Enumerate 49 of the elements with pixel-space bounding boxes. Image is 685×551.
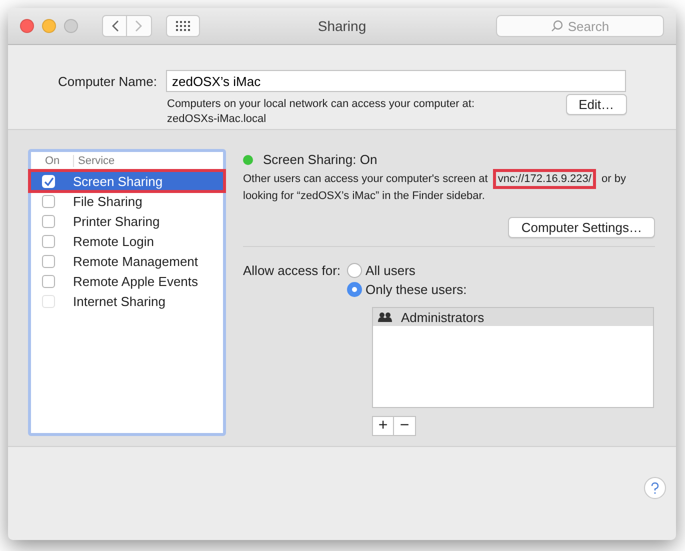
network-note: Computers on your local network can access your computer at: zedOSXs-iMac.local — [167, 97, 475, 127]
grid-icon — [176, 21, 190, 31]
checkbox[interactable] — [42, 274, 55, 288]
service-name: Remote Management — [73, 254, 198, 268]
computer-name-field[interactable]: zedOSX’s iMac — [166, 70, 626, 92]
back-button[interactable] — [102, 15, 127, 37]
minimize-button[interactable] — [42, 19, 56, 33]
service-name: File Sharing — [73, 194, 142, 208]
service-name: Remote Login — [73, 234, 154, 248]
service-name: Printer Sharing — [73, 214, 160, 228]
vnc-address: vnc://172.16.9.223/ — [492, 169, 596, 189]
column-header: On — [33, 155, 74, 167]
field-label: Computer Name: — [58, 74, 157, 88]
radio-option[interactable]: Only these users: — [346, 282, 467, 297]
checkbox[interactable] — [42, 254, 55, 268]
help-button[interactable] — [644, 477, 666, 499]
add-button[interactable]: + — [372, 416, 394, 436]
search-icon — [550, 20, 563, 32]
edit-button[interactable]: Edit… — [566, 94, 627, 115]
service-row[interactable]: Remote Management — [30, 251, 224, 271]
window-title: Sharing — [318, 18, 366, 34]
user-row[interactable]: Administrators — [373, 308, 653, 326]
service-name: Remote Apple Events — [73, 274, 198, 288]
search-placeholder: Search — [568, 18, 610, 34]
close-button[interactable] — [20, 19, 34, 33]
service-row[interactable]: Remote Login — [30, 231, 224, 251]
group-icon — [378, 312, 392, 322]
user-name: Administrators — [401, 310, 484, 324]
service-row[interactable]: Remote Apple Events — [30, 271, 224, 291]
checkbox[interactable] — [42, 234, 55, 248]
show-all-button[interactable] — [166, 15, 200, 37]
computer-settings-button[interactable]: Computer Settings… — [508, 217, 655, 238]
service-row[interactable]: File Sharing — [30, 191, 224, 211]
service-name: Internet Sharing — [73, 294, 166, 308]
radio-option[interactable]: All users — [346, 263, 467, 278]
checkbox[interactable] — [42, 214, 55, 228]
question-mark-icon — [651, 482, 659, 494]
status-description: Other users can access your computer's screen at vnc://172.16.9.223/ or by looking for “zedOSX’s iMac” in the Finder sidebar. — [243, 171, 638, 205]
service-name: Screen Sharing — [73, 174, 163, 188]
chevron-left-icon — [110, 20, 118, 32]
checkbox[interactable] — [42, 194, 55, 208]
chevron-right-icon — [135, 20, 143, 32]
zoom-button[interactable] — [64, 19, 78, 33]
access-label: Allow access for: — [243, 263, 341, 280]
status-text: Screen Sharing: On — [263, 152, 378, 167]
service-row[interactable]: Printer Sharing — [30, 211, 224, 231]
service-row[interactable]: Screen Sharing — [30, 171, 224, 191]
remove-button[interactable]: − — [394, 416, 416, 436]
column-header: Service — [77, 155, 115, 167]
